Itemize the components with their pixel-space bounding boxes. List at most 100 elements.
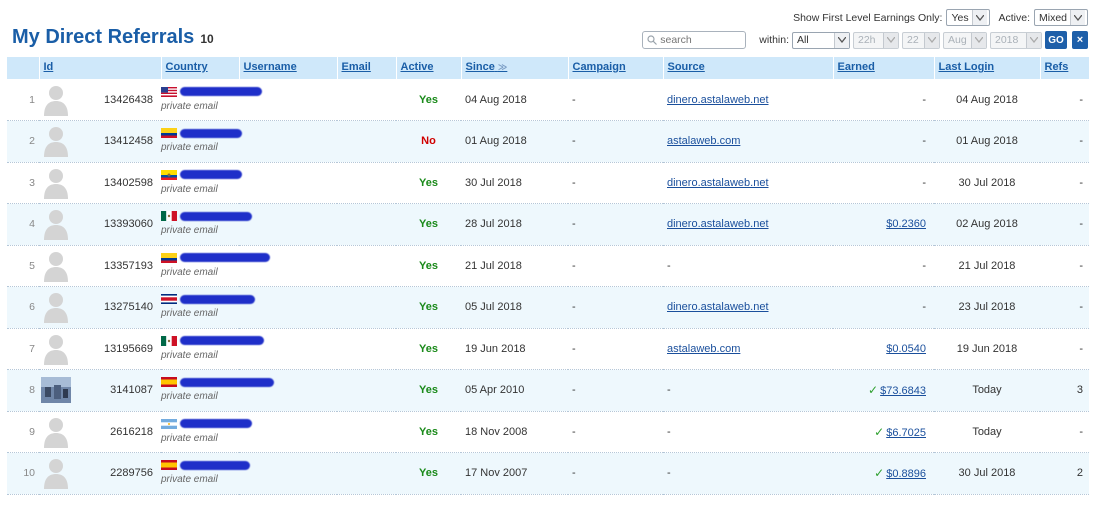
username-redacted[interactable] — [180, 211, 252, 221]
table-row[interactable]: 10 2289756 private email Yes 17 Nov 2007… — [7, 452, 1089, 495]
active-status: No — [421, 135, 436, 148]
col-active[interactable]: Active — [395, 57, 461, 79]
refs-value: 2 — [1076, 467, 1083, 480]
earned-link[interactable]: $0.0540 — [886, 343, 926, 355]
refs-value: - — [1079, 218, 1083, 231]
avatar[interactable] — [39, 249, 71, 283]
since-date: 17 Nov 2007 — [465, 467, 528, 480]
user-id: 13426438 — [104, 93, 153, 106]
refs-value: 3 — [1076, 384, 1083, 397]
table-row[interactable]: 9 2616218 private email Yes 18 Nov 2008 … — [7, 411, 1089, 453]
avatar[interactable] — [39, 415, 71, 449]
month-select[interactable]: Aug — [943, 31, 987, 49]
col-last-login[interactable]: Last Login — [933, 57, 1040, 79]
table-row[interactable]: 5 13357193 private email Yes 21 Jul 2018… — [7, 245, 1089, 287]
go-button[interactable]: GO — [1045, 31, 1067, 49]
username-redacted[interactable] — [180, 253, 270, 263]
active-cell: Yes — [396, 79, 461, 121]
source-link[interactable]: dinero.astalaweb.net — [667, 94, 769, 106]
table-row[interactable]: 1 13426438 private email Yes 04 Aug 2018… — [7, 79, 1089, 121]
country-username-email-cell: private email — [161, 328, 396, 370]
earned-link[interactable]: $0.2360 — [886, 218, 926, 230]
active-cell: Yes — [396, 204, 461, 246]
col-username[interactable]: Username — [238, 57, 337, 79]
table-row[interactable]: 3 13402598 private email Yes 30 Jul 2018… — [7, 162, 1089, 204]
user-id: 2289756 — [110, 467, 153, 480]
username-redacted[interactable] — [180, 128, 242, 138]
avatar[interactable] — [39, 124, 71, 158]
username-redacted[interactable] — [180, 460, 250, 470]
earned-text: - — [922, 259, 926, 272]
source-cell: dinero.astalaweb.net — [663, 162, 833, 204]
avatar[interactable] — [39, 207, 71, 241]
refs-value: - — [1079, 342, 1083, 355]
first-level-select[interactable]: Yes — [946, 9, 991, 26]
row-number: 5 — [29, 259, 35, 272]
search-field[interactable] — [642, 31, 747, 49]
username-redacted[interactable] — [180, 87, 262, 97]
source-link[interactable]: astalaweb.com — [667, 135, 740, 147]
username-redacted[interactable] — [180, 377, 274, 387]
day-select[interactable]: 22 — [902, 31, 940, 49]
col-source[interactable]: Source — [662, 57, 833, 79]
first-level-value: Yes — [951, 11, 969, 24]
col-earned[interactable]: Earned — [832, 57, 934, 79]
campaign-value: - — [572, 384, 576, 397]
avatar-placeholder-icon — [44, 168, 68, 199]
hours-select[interactable]: 22h — [853, 31, 899, 49]
earned-cell: $0.0540 — [833, 328, 934, 370]
avatar[interactable] — [39, 456, 71, 490]
col-country[interactable]: Country — [160, 57, 239, 79]
year-select[interactable]: 2018 — [990, 31, 1042, 49]
table-row[interactable]: 4 13393060 private email Yes 28 Jul 2018… — [7, 203, 1089, 246]
source-link[interactable]: astalaweb.com — [667, 343, 740, 355]
search-input[interactable] — [657, 34, 741, 46]
search-icon — [647, 35, 658, 45]
earned-link[interactable]: $6.7025 — [886, 427, 926, 439]
table-row[interactable]: 7 13195669 private email Yes 19 Jun 2018… — [7, 328, 1089, 370]
avatar[interactable] — [39, 290, 71, 324]
campaign-value: - — [572, 467, 576, 480]
country-flag — [161, 169, 180, 181]
avatar-placeholder-icon — [44, 251, 68, 282]
check-icon: ✓ — [874, 466, 885, 481]
col-since[interactable]: Since ≫ — [460, 57, 568, 79]
page-title: My Direct Referrals — [12, 26, 195, 48]
within-select[interactable]: All — [792, 31, 850, 49]
avatar[interactable] — [39, 83, 71, 117]
col-refs[interactable]: Refs — [1039, 57, 1089, 79]
country-username-email-cell: private email — [161, 204, 396, 246]
active-cell: Yes — [396, 453, 461, 495]
username-redacted[interactable] — [180, 294, 255, 304]
avatar[interactable] — [39, 332, 71, 366]
user-id: 2616218 — [110, 425, 153, 438]
active-select[interactable]: Mixed — [1034, 9, 1088, 26]
active-cell: No — [396, 121, 461, 163]
source-link[interactable]: dinero.astalaweb.net — [667, 218, 769, 230]
avatar[interactable] — [39, 166, 71, 200]
col-email[interactable]: Email — [336, 57, 396, 79]
table-row[interactable]: 6 13275140 private email Yes 05 Jul 2018… — [7, 286, 1089, 329]
user-cell: 13275140 — [39, 287, 161, 329]
col-campaign[interactable]: Campaign — [567, 57, 663, 79]
source-link[interactable]: dinero.astalaweb.net — [667, 301, 769, 313]
source-link[interactable]: dinero.astalaweb.net — [667, 177, 769, 189]
refs-value: - — [1079, 93, 1083, 106]
source-text: - — [667, 467, 671, 480]
table-row[interactable]: 8 3141087 private email Yes 05 Apr 2010 … — [7, 369, 1089, 411]
earned-link[interactable]: $0.8896 — [886, 468, 926, 480]
avatar[interactable] — [39, 373, 71, 407]
clear-button[interactable]: × — [1072, 31, 1088, 49]
username-redacted[interactable] — [180, 336, 264, 346]
username-redacted[interactable] — [180, 419, 252, 429]
email-text: private email — [161, 474, 218, 486]
within-value: All — [797, 34, 809, 46]
email-text: private email — [161, 432, 218, 444]
username-redacted[interactable] — [180, 170, 242, 180]
earned-link[interactable]: $73.6843 — [880, 385, 926, 397]
check-icon: ✓ — [874, 424, 885, 439]
table-row[interactable]: 2 13412458 private email No 01 Aug 2018 … — [7, 120, 1089, 163]
active-status: Yes — [419, 93, 438, 106]
user-id: 13275140 — [104, 301, 153, 314]
col-id[interactable]: Id — [38, 57, 161, 79]
